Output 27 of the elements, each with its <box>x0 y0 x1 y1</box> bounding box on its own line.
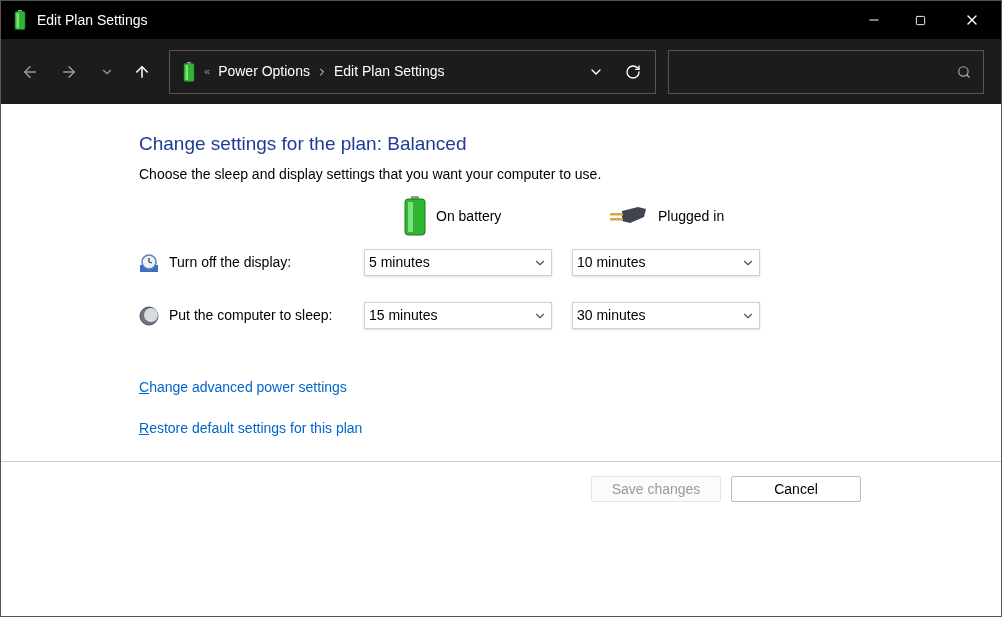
setting-label: Put the computer to sleep: <box>169 306 333 325</box>
cancel-button[interactable]: Cancel <box>731 476 861 502</box>
dropdown[interactable]: 5 minutes <box>364 249 552 276</box>
battery-icon <box>182 61 196 82</box>
dropdown[interactable]: 10 minutes <box>572 249 760 276</box>
refresh-icon <box>625 63 641 80</box>
breadcrumb-overflow[interactable]: « <box>204 63 211 80</box>
breadcrumb-item[interactable]: Power Options <box>218 61 310 82</box>
column-header: Plugged in <box>658 206 725 226</box>
link[interactable]: Restore default settings for this plan <box>139 418 363 439</box>
sleep-moon-icon <box>139 305 159 326</box>
dropdown[interactable]: 30 minutes <box>572 302 760 329</box>
maximize-icon <box>914 14 926 26</box>
battery-icon <box>13 10 27 30</box>
address-bar[interactable]: « Power Options Edit Plan Settings <box>169 49 656 94</box>
breadcrumb-item[interactable]: Edit Plan Settings <box>333 61 445 82</box>
page-heading: Change settings for the plan: Balanced <box>139 132 468 156</box>
search-icon <box>957 64 971 79</box>
window-title: Edit Plan Settings <box>37 10 148 30</box>
column-header: On battery <box>436 206 502 226</box>
clock-monitor-icon <box>139 252 159 273</box>
dropdown[interactable]: 15 minutes <box>364 302 552 329</box>
description: Choose the sleep and display settings that you want your computer to use. <box>139 165 603 184</box>
search-field[interactable] <box>668 49 984 94</box>
link[interactable]: Change advanced power settings <box>139 377 347 398</box>
setting-label: Turn off the display: <box>169 253 292 272</box>
battery-icon <box>404 196 426 236</box>
